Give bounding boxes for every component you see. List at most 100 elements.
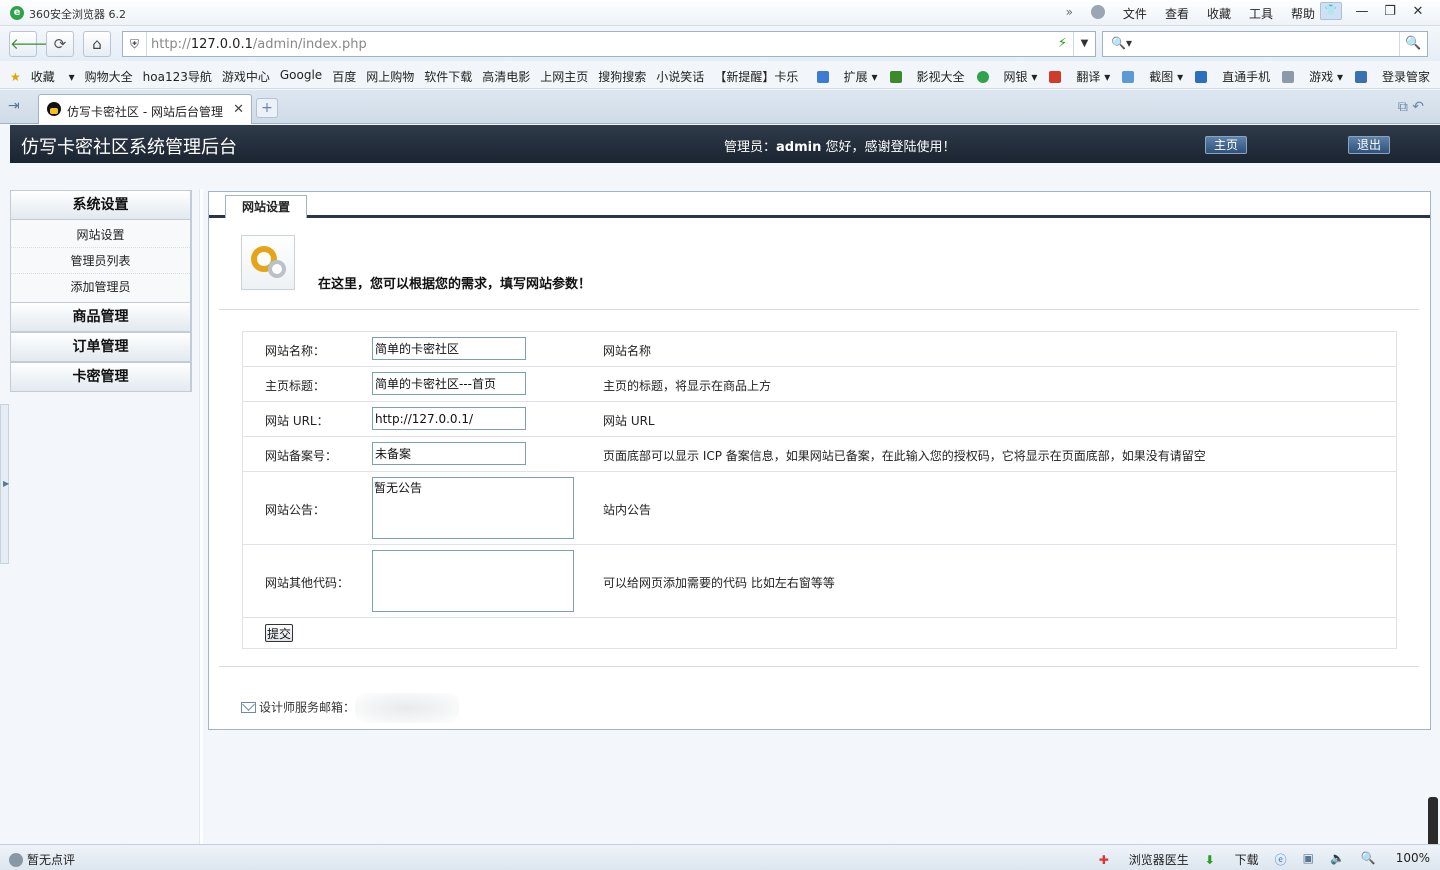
tab-bar: ⇥ 仿写卡密社区 - 网站后台管理 ✕ + ⧉ ↶: [0, 90, 1440, 124]
submit-button[interactable]: 提交: [265, 624, 294, 642]
sidebar-section-products[interactable]: 商品管理: [10, 302, 192, 332]
sidebar-item-admin-list[interactable]: 管理员列表: [11, 248, 190, 274]
icp-number-input[interactable]: [372, 442, 526, 465]
translate-icon: [1049, 71, 1062, 83]
back-button[interactable]: 🡐: [9, 31, 50, 57]
search-engine-icon[interactable]: 🔍▾: [1111, 36, 1132, 50]
sidebar-item-site-settings[interactable]: 网站设置: [11, 222, 190, 248]
bookmark-favorites[interactable]: ★ 收藏 ▾: [10, 68, 75, 85]
download-button[interactable]: ⬇ 下载: [1205, 851, 1259, 868]
menu-expand-icon[interactable]: »: [1066, 5, 1073, 22]
address-bar[interactable]: ⛨ http://127.0.0.1/admin/index.php ⚡ ▼: [122, 31, 1096, 57]
new-tab-button[interactable]: +: [256, 98, 278, 118]
volume-icon[interactable]: 🔈: [1330, 851, 1345, 868]
tab-title: 仿写卡密社区 - 网站后台管理: [67, 105, 223, 119]
settings-intro-text: 在这里，您可以根据您的需求，填写网站参数！: [318, 277, 592, 292]
screenshot-button[interactable]: 截图 ▾: [1122, 68, 1183, 85]
mail-icon: [241, 701, 256, 713]
user-account-icon[interactable]: [1090, 5, 1105, 19]
zoom-control[interactable]: 🔍 100%: [1361, 851, 1430, 868]
tab-tools-icon[interactable]: ⧉ ↶: [1398, 99, 1424, 115]
field-description: 网站名称: [603, 344, 652, 358]
bookmark-item[interactable]: 搜狗搜索: [598, 68, 646, 85]
home-link-button[interactable]: 主页: [1205, 136, 1247, 154]
home-title-input[interactable]: [372, 372, 526, 395]
speed-mode-icon[interactable]: ⚡: [1058, 36, 1067, 51]
field-description: 页面底部可以显示 ICP 备案信息，如果网站已备案，在此输入您的授权码，它将显示…: [603, 449, 1206, 463]
field-description: 可以给网页添加需要的代码 比如左右窗等等: [603, 576, 835, 590]
bookmarks-bar: ★ 收藏 ▾ 购物大全 hoa123导航 游戏中心 Google 百度 网上购物 …: [0, 62, 1440, 89]
bookmark-item[interactable]: 软件下载: [424, 68, 472, 85]
bookmark-item[interactable]: 游戏中心: [222, 68, 270, 85]
bookmark-item[interactable]: 【新提醒】卡乐: [714, 68, 798, 85]
translate-button[interactable]: 翻译 ▾: [1049, 68, 1110, 85]
menu-file[interactable]: 文件: [1123, 5, 1147, 22]
page-scrollbar[interactable]: [1428, 797, 1438, 847]
announcement-textarea[interactable]: 暂无公告: [372, 477, 574, 539]
review-status[interactable]: 暂无点评: [9, 851, 75, 868]
search-box[interactable]: 🔍▾ 🔍: [1102, 31, 1428, 57]
home-button[interactable]: ⌂: [83, 31, 111, 57]
video-button[interactable]: 影视大全: [889, 68, 965, 85]
sidebar-section-system[interactable]: 系统设置: [10, 190, 192, 220]
sidebar-section-orders[interactable]: 订单管理: [10, 332, 192, 362]
menu-tools[interactable]: 工具: [1249, 5, 1273, 22]
field-label: 网站 URL：: [265, 414, 329, 428]
tab-site-settings[interactable]: 网站设置: [225, 195, 307, 218]
address-url[interactable]: http://127.0.0.1/admin/index.php: [151, 37, 367, 52]
form-row-extra-code: 网站其他代码： 可以给网页添加需要的代码 比如左右窗等等: [243, 545, 1396, 618]
skin-icon[interactable]: 👕: [1320, 2, 1342, 20]
refresh-button[interactable]: ⟳: [46, 31, 74, 57]
browser-doctor-button[interactable]: ✚ 浏览器医生: [1099, 851, 1189, 868]
extensions-button[interactable]: 扩展 ▾: [816, 68, 878, 85]
login-manager-button[interactable]: 登录管家: [1354, 68, 1430, 85]
logout-button[interactable]: 退出: [1348, 136, 1390, 154]
extra-code-textarea[interactable]: [372, 550, 574, 612]
bookmark-item[interactable]: hoa123导航: [143, 68, 212, 85]
divider: [219, 666, 1419, 667]
qq-penguin-icon: [47, 102, 61, 116]
restore-button[interactable]: ❐: [1376, 2, 1404, 22]
sidebar-item-add-admin[interactable]: 添加管理员: [11, 274, 190, 300]
phone-button[interactable]: 直通手机: [1195, 68, 1270, 85]
close-window-button[interactable]: ✕: [1404, 2, 1432, 22]
bookmark-item[interactable]: 小说笑话: [656, 68, 704, 85]
field-label: 网站名称：: [265, 344, 326, 358]
bookmark-item[interactable]: 上网主页: [540, 68, 588, 85]
menu-favorites[interactable]: 收藏: [1207, 5, 1231, 22]
admin-sidebar: 系统设置 网站设置 管理员列表 添加管理员 商品管理 订单管理 卡密管理: [10, 190, 192, 392]
admin-username: admin: [776, 140, 822, 155]
star-icon: ★: [10, 70, 21, 84]
field-description: 主页的标题，将显示在商品上方: [603, 379, 772, 393]
download-arrow-icon: ⬇: [1204, 853, 1215, 867]
minimize-button[interactable]: —: [1348, 2, 1376, 22]
sidebar-toggle-icon[interactable]: ⇥: [8, 98, 20, 114]
bookmark-item[interactable]: 高清电影: [482, 68, 530, 85]
bookmark-item[interactable]: 购物大全: [85, 68, 133, 85]
field-description: 站内公告: [603, 503, 652, 517]
menu-view[interactable]: 查看: [1165, 5, 1189, 22]
site-url-input[interactable]: [372, 407, 526, 430]
bank-button[interactable]: 网银 ▾: [976, 68, 1037, 85]
window-mode-icon[interactable]: ▣: [1303, 851, 1314, 868]
tab-admin[interactable]: 仿写卡密社区 - 网站后台管理 ✕: [38, 94, 252, 124]
site-name-input[interactable]: [372, 337, 526, 360]
panel-tab-strip: 网站设置: [209, 192, 1430, 218]
sidebar-section-cards[interactable]: 卡密管理: [10, 362, 192, 392]
screenshot-icon: [1122, 71, 1135, 83]
search-go-icon[interactable]: 🔍: [1399, 32, 1427, 56]
video-icon: [889, 71, 902, 83]
sidebar-system-items: 网站设置 管理员列表 添加管理员: [10, 220, 192, 302]
phone-icon: [1195, 71, 1208, 83]
bookmark-item[interactable]: 百度: [332, 68, 356, 85]
sidebar-divider: [199, 189, 203, 844]
left-panel-grip[interactable]: ▶: [0, 404, 9, 564]
address-dropdown-icon[interactable]: ▼: [1073, 32, 1095, 56]
ie-mode-icon[interactable]: ⓔ: [1275, 851, 1287, 868]
games-button[interactable]: 游戏 ▾: [1282, 68, 1343, 85]
security-shield-icon[interactable]: ⛨: [123, 32, 147, 56]
bookmark-item[interactable]: 网上购物: [366, 68, 414, 85]
menu-help[interactable]: 帮助: [1291, 5, 1315, 22]
close-tab-icon[interactable]: ✕: [233, 102, 244, 117]
bookmark-item[interactable]: Google: [280, 68, 322, 85]
